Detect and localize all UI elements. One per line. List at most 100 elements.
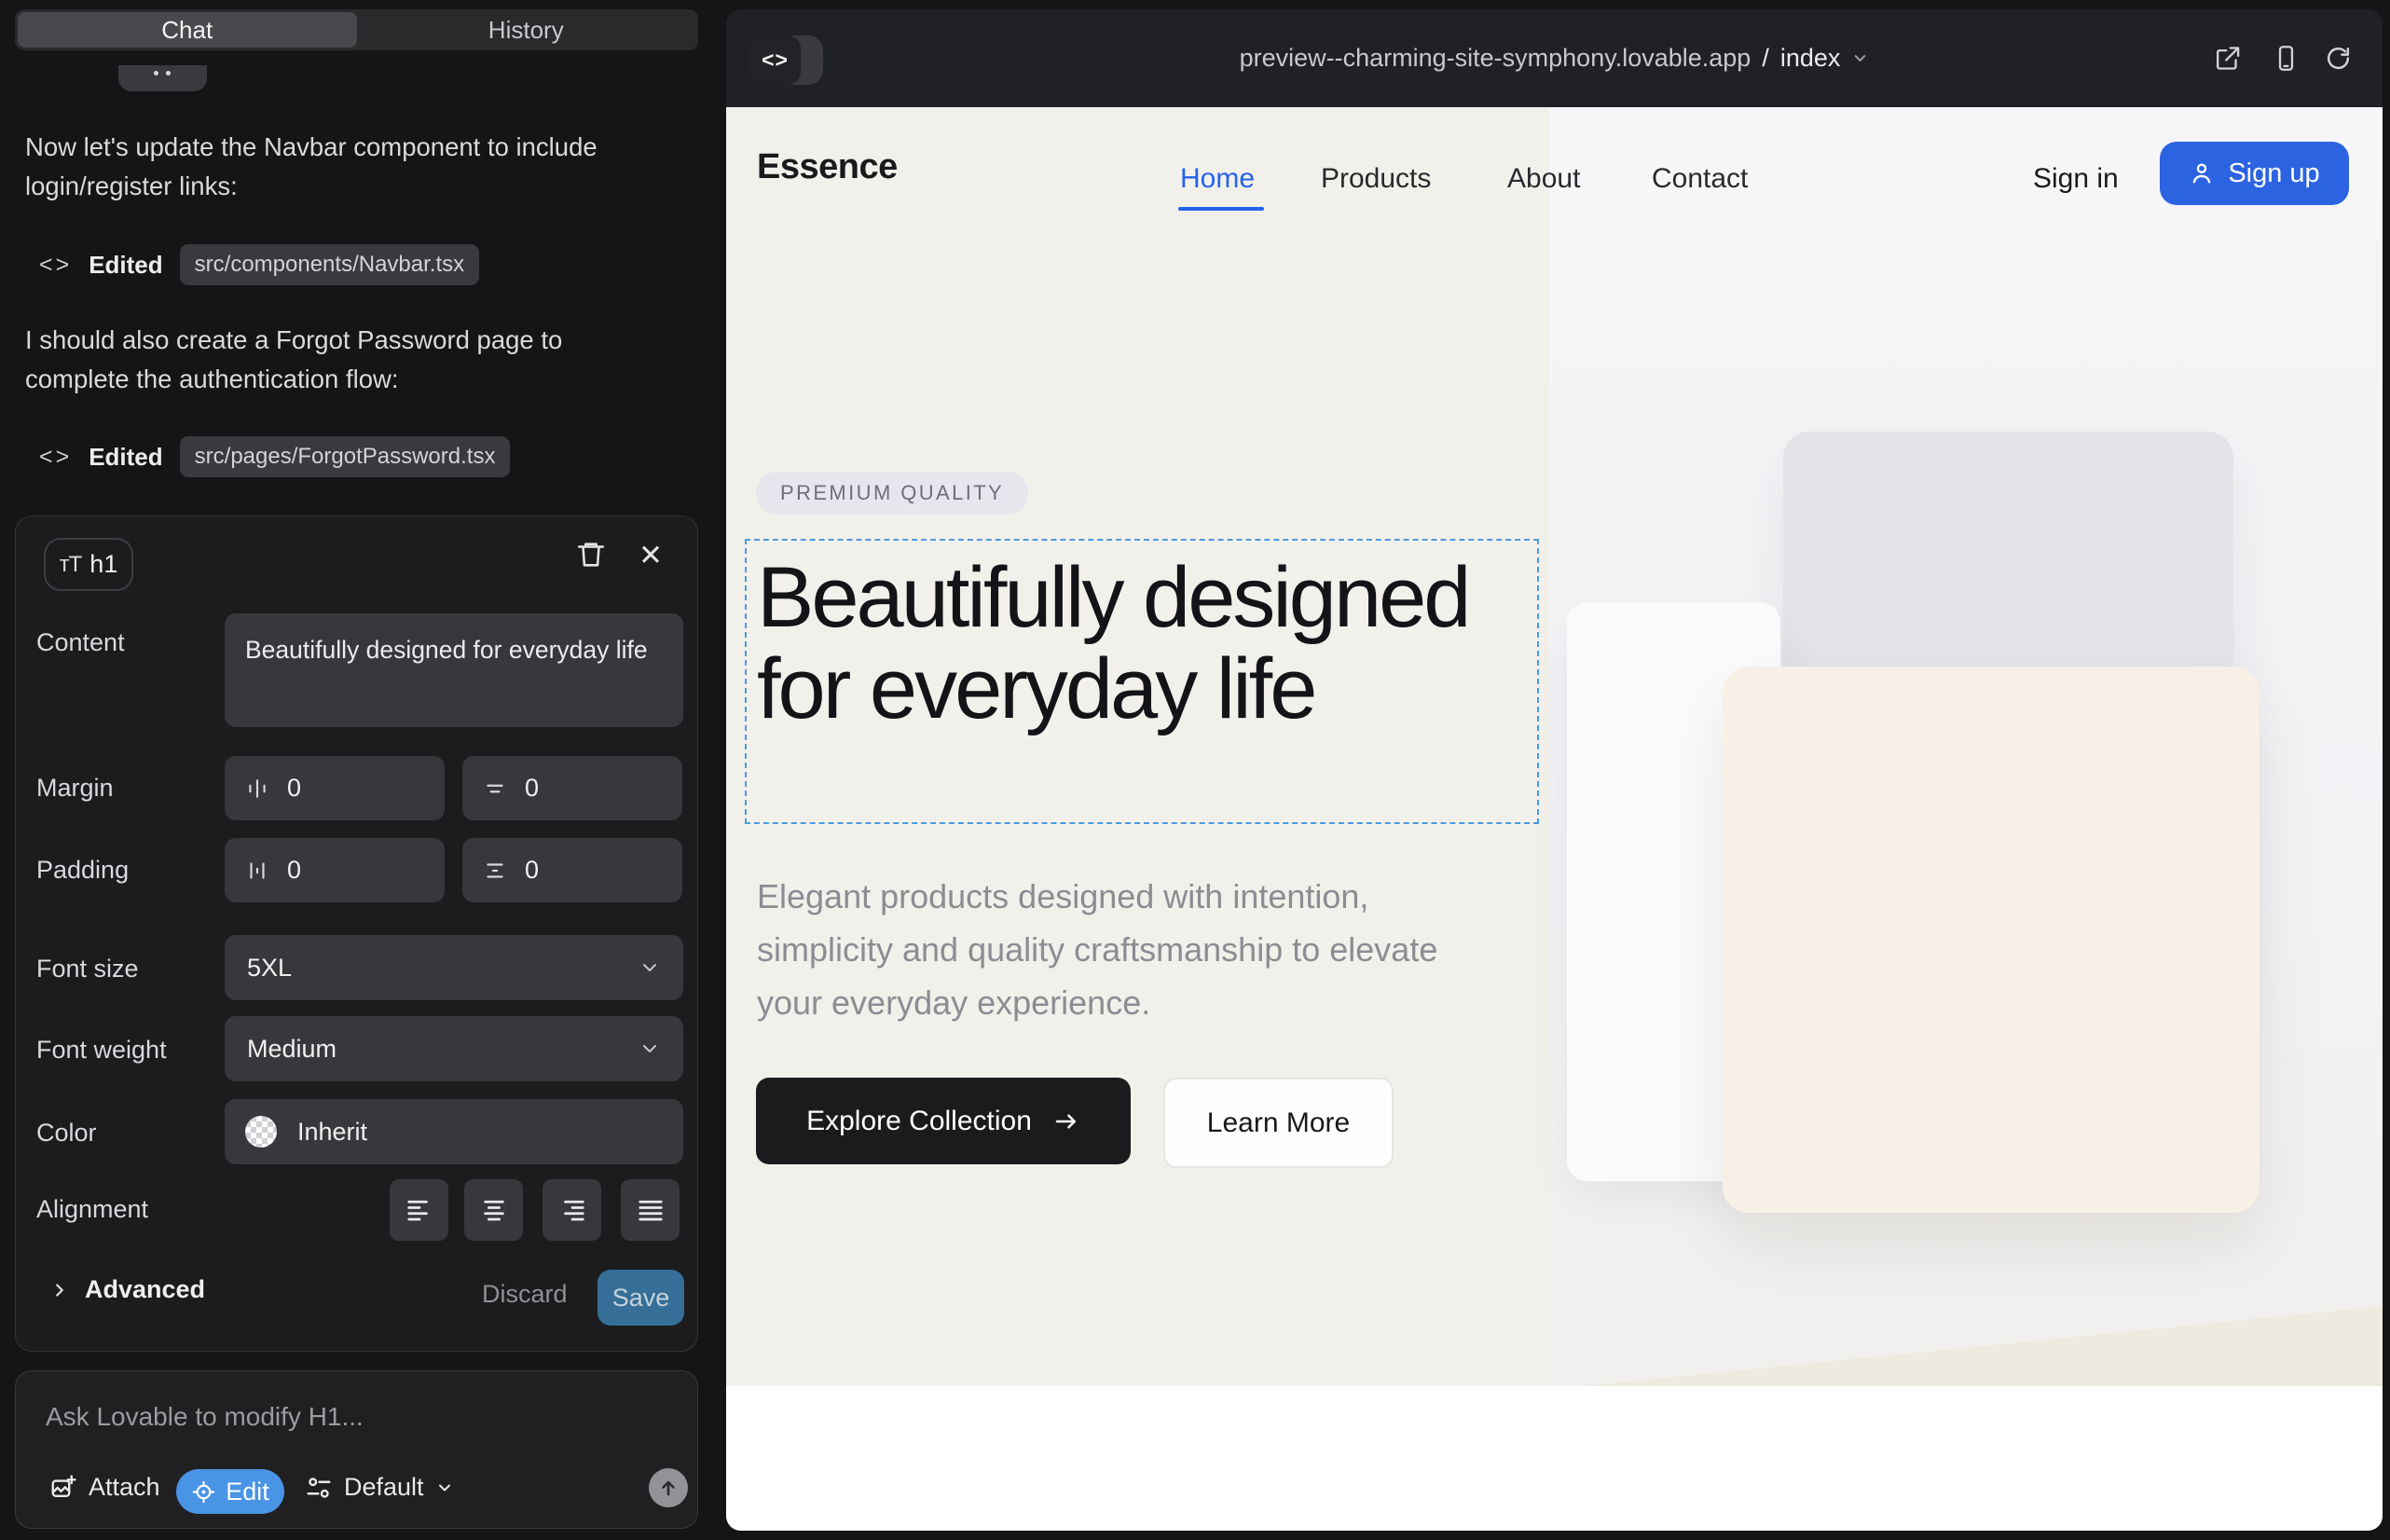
font-size-label: Font size xyxy=(36,955,139,983)
attach-label: Attach xyxy=(89,1473,160,1502)
decorative-card-beige xyxy=(1723,667,2260,1213)
alignment-label: Alignment xyxy=(36,1195,148,1224)
align-right-button[interactable] xyxy=(543,1179,601,1241)
chat-message: I should also create a Forgot Password p… xyxy=(25,321,668,399)
margin-x-icon xyxy=(245,777,269,801)
element-tag-pill: тT h1 xyxy=(44,538,133,591)
save-button[interactable]: Save xyxy=(598,1270,684,1326)
padding-y-icon xyxy=(483,859,507,883)
element-editor-panel: тT h1 ✕ Content Beautifully designed for… xyxy=(15,516,698,1352)
default-label: Default xyxy=(344,1473,424,1502)
edited-file-row: <> Edited src/pages/ForgotPassword.tsx xyxy=(39,436,510,477)
preview-url: preview--charming-site-symphony.lovable.… xyxy=(1240,44,1751,73)
margin-y-field[interactable] xyxy=(462,756,682,820)
composer-input[interactable] xyxy=(44,1396,653,1438)
edit-mode-button[interactable]: Edit xyxy=(176,1469,284,1514)
send-button[interactable] xyxy=(649,1468,688,1507)
padding-x-field[interactable] xyxy=(225,838,445,902)
font-size-value: 5XL xyxy=(247,954,292,983)
code-icon: <> xyxy=(39,252,72,279)
trash-icon[interactable] xyxy=(575,539,607,571)
align-justify-button[interactable] xyxy=(621,1179,680,1241)
open-in-new-tab-icon[interactable] xyxy=(2213,44,2242,73)
explore-collection-label: Explore Collection xyxy=(806,1106,1032,1137)
file-badge[interactable]: src/pages/ForgotPassword.tsx xyxy=(180,436,511,477)
mobile-view-icon[interactable] xyxy=(2272,44,2301,73)
padding-x-input[interactable] xyxy=(285,855,373,886)
arrow-up-icon xyxy=(657,1477,680,1499)
edited-label: Edited xyxy=(89,443,162,472)
edited-file-row: <> Edited src/components/Navbar.tsx xyxy=(39,244,479,285)
hero-subtext: Elegant products designed with intention… xyxy=(757,870,1484,1029)
chevron-right-icon xyxy=(49,1280,70,1300)
code-icon: <> xyxy=(39,444,72,471)
scrolled-message-fragment xyxy=(118,65,207,91)
tab-history[interactable]: History xyxy=(357,12,696,48)
next-section-background xyxy=(726,1386,2383,1531)
padding-y-field[interactable] xyxy=(462,838,682,902)
margin-x-input[interactable] xyxy=(285,773,373,804)
preview-url-bar[interactable]: preview--charming-site-symphony.lovable.… xyxy=(726,9,2383,107)
color-field[interactable]: Inherit xyxy=(225,1099,683,1164)
font-weight-select[interactable]: Medium xyxy=(225,1016,683,1081)
sign-in-link[interactable]: Sign in xyxy=(2033,163,2119,195)
advanced-toggle[interactable]: Advanced xyxy=(49,1275,205,1304)
content-label: Content xyxy=(36,628,125,657)
chevron-down-icon xyxy=(1851,49,1869,67)
edited-label: Edited xyxy=(89,251,162,280)
premium-quality-badge: PREMIUM QUALITY xyxy=(756,472,1028,515)
align-center-button[interactable] xyxy=(464,1179,523,1241)
hero-headline[interactable]: Beautifully designed for everyday life xyxy=(757,552,1540,735)
advanced-label: Advanced xyxy=(85,1275,205,1304)
target-icon xyxy=(191,1479,216,1505)
align-center-icon xyxy=(480,1196,508,1224)
sign-up-label: Sign up xyxy=(2228,158,2319,189)
font-weight-value: Medium xyxy=(247,1035,337,1064)
default-mode-button[interactable]: Default xyxy=(299,1472,460,1503)
font-size-select[interactable]: 5XL xyxy=(225,935,683,1000)
active-nav-underline xyxy=(1178,207,1264,211)
file-badge[interactable]: src/components/Navbar.tsx xyxy=(180,244,479,285)
align-left-icon xyxy=(405,1196,433,1224)
learn-more-button[interactable]: Learn More xyxy=(1163,1078,1394,1168)
align-justify-icon xyxy=(637,1196,665,1224)
margin-y-input[interactable] xyxy=(523,773,611,804)
sliders-icon xyxy=(305,1474,333,1502)
color-swatch xyxy=(245,1116,277,1148)
chevron-down-icon xyxy=(639,1038,661,1060)
margin-y-icon xyxy=(483,777,507,801)
font-weight-label: Font weight xyxy=(36,1036,167,1065)
color-value: Inherit xyxy=(297,1118,367,1147)
chat-history-tabbar: Chat History xyxy=(15,9,698,50)
chat-message: Now let's update the Navbar component to… xyxy=(25,128,668,206)
nav-link-home[interactable]: Home xyxy=(1180,163,1255,195)
site-logo[interactable]: Essence xyxy=(757,147,898,187)
margin-x-field[interactable] xyxy=(225,756,445,820)
preview-pane: <> preview--charming-site-symphony.lovab… xyxy=(726,9,2383,1531)
nav-link-contact[interactable]: Contact xyxy=(1652,163,1748,195)
user-icon xyxy=(2189,160,2215,186)
padding-y-input[interactable] xyxy=(523,855,611,886)
color-label: Color xyxy=(36,1119,97,1148)
align-left-button[interactable] xyxy=(390,1179,448,1241)
explore-collection-button[interactable]: Explore Collection xyxy=(756,1078,1131,1164)
content-input[interactable]: Beautifully designed for everyday life xyxy=(225,613,683,727)
refresh-icon[interactable] xyxy=(2324,44,2353,73)
attach-button[interactable]: Attach xyxy=(44,1472,166,1503)
tab-chat[interactable]: Chat xyxy=(18,12,357,48)
preview-path: index xyxy=(1780,44,1841,73)
edit-label: Edit xyxy=(226,1478,269,1506)
nav-link-about[interactable]: About xyxy=(1507,163,1580,195)
element-tag: h1 xyxy=(89,550,117,579)
url-separator: / xyxy=(1762,44,1769,73)
close-icon[interactable]: ✕ xyxy=(639,539,663,572)
margin-label: Margin xyxy=(36,774,114,803)
chevron-down-icon xyxy=(639,956,661,979)
chat-composer: Attach Edit Default xyxy=(15,1370,698,1529)
nav-link-products[interactable]: Products xyxy=(1321,163,1431,195)
site-canvas: Essence Home Products About Contact Sign… xyxy=(726,107,2383,1531)
type-icon: тT xyxy=(60,552,82,578)
discard-button[interactable]: Discard xyxy=(476,1279,573,1310)
sign-up-button[interactable]: Sign up xyxy=(2160,142,2349,205)
align-right-icon xyxy=(558,1196,586,1224)
